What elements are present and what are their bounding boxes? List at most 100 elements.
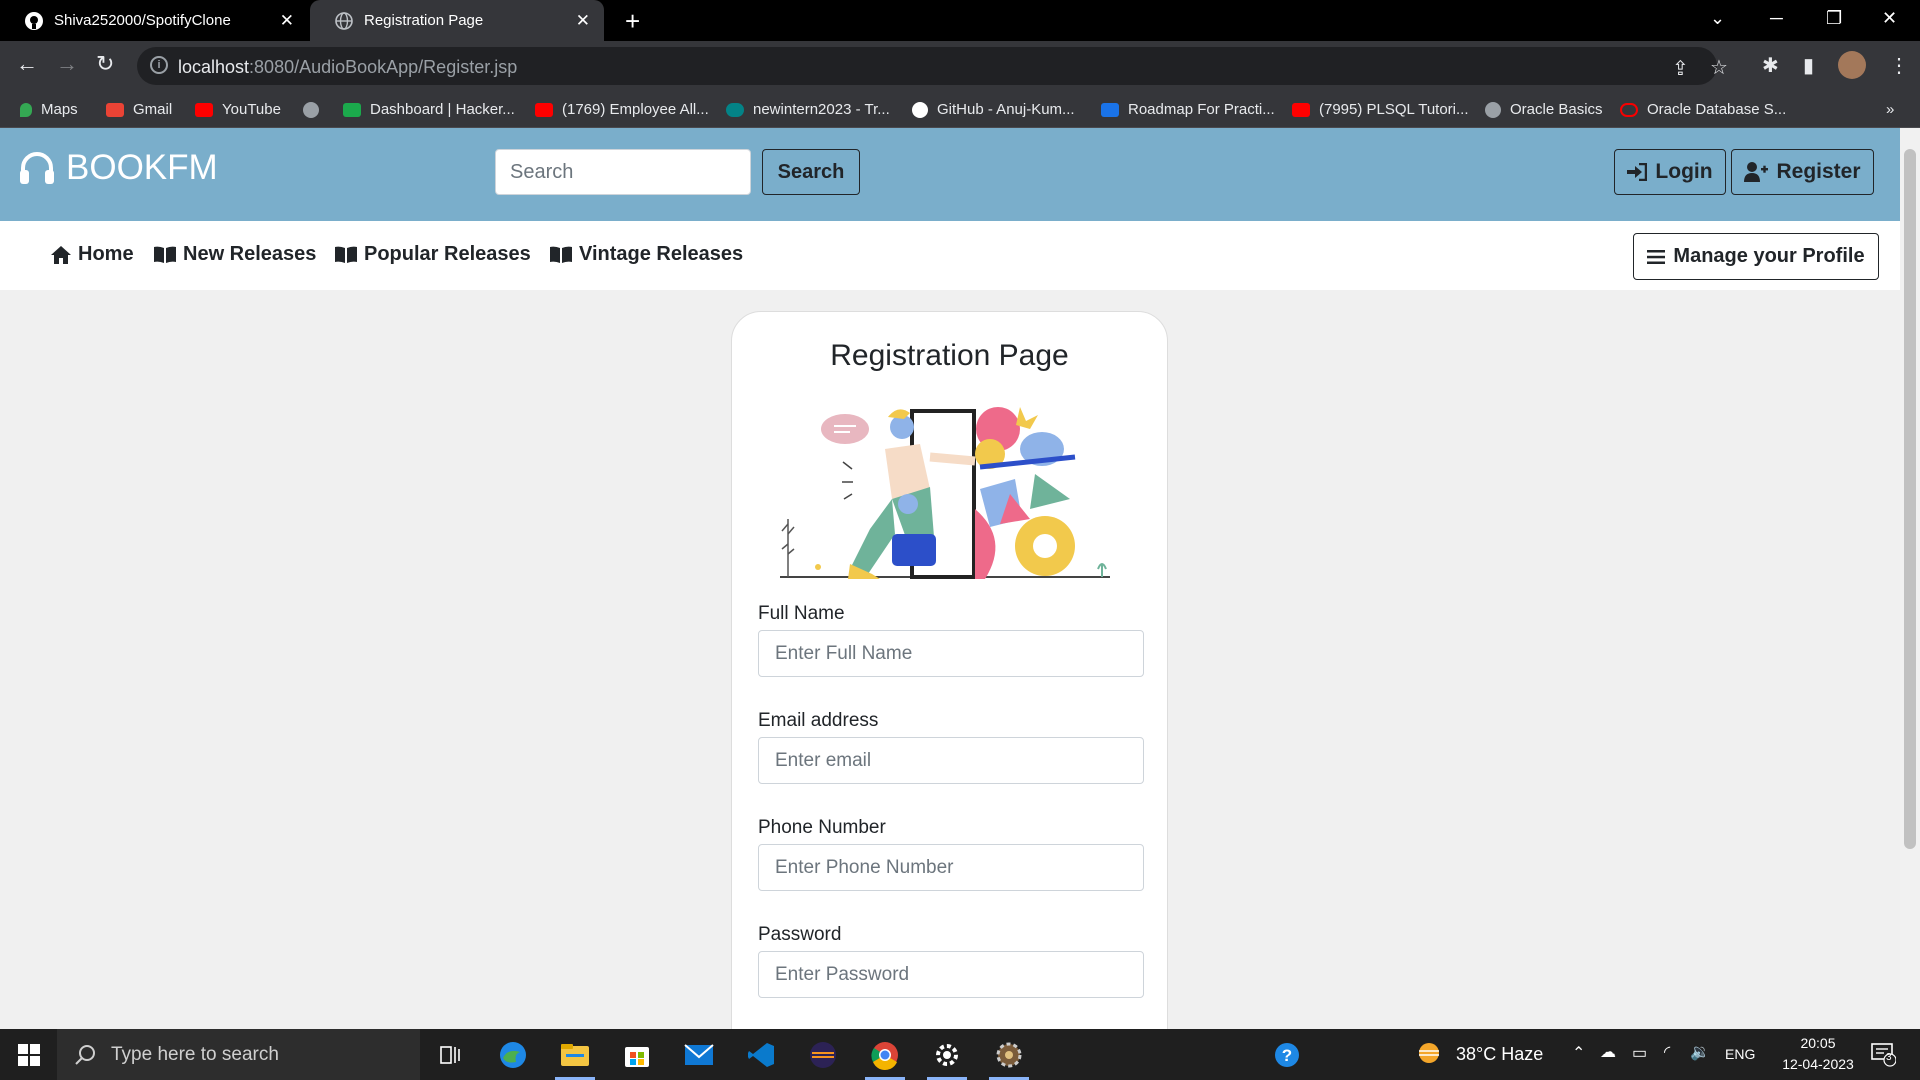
bookmark-youtube[interactable]: YouTube	[195, 91, 281, 128]
hackerrank-icon	[343, 102, 361, 117]
nav-vintage-releases[interactable]: Vintage Releases	[549, 243, 743, 266]
battery-icon[interactable]: ▭	[1632, 1043, 1647, 1063]
menu-kebab-icon[interactable]: ⋮	[1889, 53, 1909, 78]
mail-icon[interactable]	[679, 1035, 719, 1075]
svg-text:?: ?	[1282, 1046, 1292, 1065]
onedrive-error-icon[interactable]: ☁	[1600, 1042, 1616, 1062]
login-label: Login	[1655, 160, 1713, 183]
file-explorer-icon[interactable]	[555, 1035, 595, 1080]
profile-avatar[interactable]	[1838, 51, 1866, 79]
back-button[interactable]: ←	[16, 51, 38, 77]
wifi-icon[interactable]: ◜	[1664, 1042, 1670, 1062]
tab-title: Registration Page	[364, 12, 484, 29]
bookmark-oracle-basics[interactable]: Oracle Basics	[1485, 91, 1603, 128]
extensions-icon[interactable]: ✱	[1762, 53, 1779, 78]
bookmark-gmail[interactable]: Gmail	[106, 91, 172, 128]
bookmarks-bar: Maps Gmail YouTube Dashboard | Hacker...…	[0, 91, 1920, 128]
github-icon	[912, 101, 928, 118]
vscode-icon[interactable]	[741, 1035, 781, 1075]
nav-home-label: Home	[78, 243, 134, 265]
volume-icon[interactable]: 🔉	[1690, 1042, 1710, 1062]
help-icon[interactable]: ?	[1273, 1041, 1301, 1074]
tab-search-chevron-icon[interactable]: ⌄	[1710, 8, 1725, 29]
nav-new-releases-label: New Releases	[183, 243, 317, 265]
share-icon[interactable]: ⇪	[1672, 56, 1689, 81]
registration-card: Registration Page Full Name Enter Full N…	[731, 311, 1168, 1029]
manage-profile-button[interactable]: Manage your Profile	[1633, 233, 1879, 280]
eclipse-icon[interactable]	[803, 1035, 843, 1075]
youtube-icon	[1292, 102, 1310, 117]
bookmark-newintern[interactable]: newintern2023 - Tr...	[726, 91, 890, 128]
bookmark-oracle-database[interactable]: Oracle Database S...	[1620, 91, 1786, 128]
globe-icon	[1485, 101, 1501, 118]
brand-logo[interactable]: BOOKFM	[18, 148, 218, 188]
hamburger-icon	[1647, 249, 1666, 264]
manage-profile-label: Manage your Profile	[1673, 245, 1865, 267]
bookmark-star-icon[interactable]: ☆	[1710, 55, 1728, 80]
home-icon	[51, 245, 71, 264]
more-bookmarks-button[interactable]: »	[1886, 91, 1894, 128]
close-window-button[interactable]: ✕	[1882, 8, 1897, 29]
search-button[interactable]: Search	[762, 149, 860, 195]
search-input[interactable]	[495, 149, 751, 195]
bookmark-hackerrank[interactable]: Dashboard | Hacker...	[343, 91, 515, 128]
scrollbar-thumb[interactable]	[1904, 149, 1916, 849]
task-view-icon[interactable]	[430, 1035, 470, 1075]
weather-icon[interactable]	[1416, 1041, 1442, 1070]
book-open-icon	[550, 246, 572, 263]
bookmark-globe[interactable]	[303, 91, 328, 128]
phone-label: Phone Number	[758, 817, 886, 838]
password-label: Password	[758, 924, 842, 945]
nav-popular-releases[interactable]: Popular Releases	[334, 243, 531, 266]
taskbar-search[interactable]: Type here to search	[57, 1029, 420, 1080]
nav-new-releases[interactable]: New Releases	[153, 243, 316, 266]
site-nav: Home New Releases Popular Releases Vinta…	[0, 221, 1900, 290]
edge-icon[interactable]	[493, 1035, 533, 1075]
password-input[interactable]	[758, 951, 1144, 998]
reload-button[interactable]: ↻	[96, 51, 114, 77]
notifications-icon[interactable]: 3	[1870, 1041, 1897, 1072]
bookmark-github[interactable]: GitHub - Anuj-Kum...	[912, 91, 1075, 128]
phone-input[interactable]	[758, 844, 1144, 891]
clock-date[interactable]: 12-04-2023	[1770, 1056, 1866, 1072]
bookmark-roadmap[interactable]: Roadmap For Practi...	[1101, 91, 1275, 128]
full-name-input[interactable]	[758, 630, 1144, 677]
bookmark-employee[interactable]: (1769) Employee All...	[535, 91, 709, 128]
oracle-icon	[1620, 102, 1638, 117]
app-gear-icon[interactable]	[989, 1035, 1029, 1080]
search-icon	[75, 1044, 95, 1065]
store-icon[interactable]	[617, 1035, 657, 1075]
youtube-icon	[535, 102, 553, 117]
tab-spotifyclone[interactable]: Shiva252000/SpotifyClone ✕	[0, 0, 308, 41]
github-icon	[24, 11, 44, 31]
address-bar[interactable]: i localhost:8080/AudioBookApp/Register.j…	[137, 47, 1728, 85]
register-label: Register	[1776, 160, 1861, 183]
forward-button[interactable]: →	[56, 51, 78, 77]
side-panel-icon[interactable]: ▮	[1803, 53, 1814, 78]
settings-gear-icon[interactable]	[927, 1035, 967, 1080]
email-label: Email address	[758, 710, 879, 731]
new-tab-button[interactable]: +	[625, 6, 640, 37]
bookmark-maps[interactable]: Maps	[20, 91, 78, 128]
show-hidden-icons-chevron[interactable]: ⌃	[1572, 1043, 1585, 1063]
close-tab-icon[interactable]: ✕	[280, 11, 294, 31]
bookmark-plsql[interactable]: (7995) PLSQL Tutori...	[1292, 91, 1469, 128]
page-scrollbar[interactable]	[1900, 128, 1920, 1029]
close-tab-icon[interactable]: ✕	[576, 11, 590, 31]
taskbar-search-placeholder: Type here to search	[111, 1043, 279, 1065]
tab-registration-page[interactable]: Registration Page ✕	[310, 0, 604, 41]
restore-button[interactable]: ❐	[1826, 8, 1842, 29]
email-input[interactable]	[758, 737, 1144, 784]
clock-time[interactable]: 20:05	[1788, 1035, 1848, 1051]
minimize-button[interactable]: ─	[1770, 8, 1783, 29]
weather-text[interactable]: 38°C Haze	[1456, 1044, 1543, 1065]
register-button[interactable]: Register	[1731, 149, 1874, 195]
chrome-icon[interactable]	[865, 1035, 905, 1080]
login-button[interactable]: Login	[1614, 149, 1726, 195]
site-info-icon[interactable]: i	[150, 56, 168, 74]
nav-home[interactable]: Home	[50, 243, 134, 266]
full-name-label: Full Name	[758, 603, 845, 624]
language-indicator[interactable]: ENG	[1725, 1046, 1755, 1062]
user-plus-icon	[1744, 162, 1769, 182]
windows-start-icon[interactable]	[18, 1044, 40, 1066]
